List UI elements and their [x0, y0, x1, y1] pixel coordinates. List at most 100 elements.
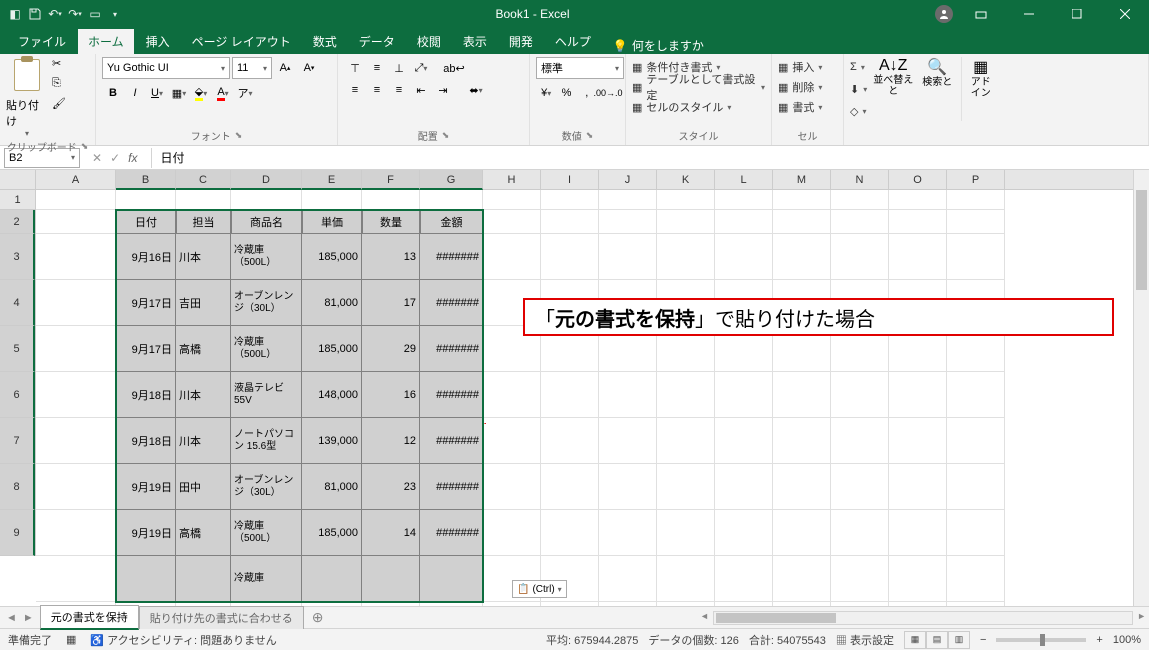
cell[interactable] [947, 190, 1005, 210]
paste-options-button[interactable]: 📋 (Ctrl) ▾ [512, 580, 567, 598]
col-header-F[interactable]: F [362, 170, 420, 190]
table-header[interactable]: 担当 [176, 210, 231, 234]
row-header-2[interactable]: 2 [0, 210, 35, 234]
tab-home[interactable]: ホーム [78, 29, 134, 54]
cell[interactable] [599, 372, 657, 418]
table-cell[interactable]: 高橋 [176, 326, 231, 372]
cell[interactable] [657, 418, 715, 464]
touch-icon[interactable]: ▭ [88, 7, 102, 21]
clear-button[interactable]: ◇▾ [850, 101, 867, 121]
sheet-tab-2[interactable]: 貼り付け先の書式に合わせる [139, 606, 304, 629]
format-painter-icon[interactable]: 🖌 [52, 97, 70, 115]
copy-icon[interactable]: ⎘ [52, 77, 70, 95]
delete-cells-button[interactable]: ▦ 削除 ▾ [778, 77, 837, 97]
table-cell[interactable]: 9月17日 [116, 326, 176, 372]
cell[interactable] [541, 234, 599, 280]
cell[interactable] [889, 210, 947, 234]
cell[interactable] [889, 510, 947, 556]
table-cell[interactable] [362, 556, 420, 602]
table-cell[interactable]: 冷蔵庫 [231, 556, 302, 602]
hscroll-left-icon[interactable]: ◄ [700, 611, 709, 621]
decrease-font-icon[interactable]: A▾ [298, 57, 320, 79]
cell[interactable] [947, 372, 1005, 418]
table-cell[interactable]: 185,000 [302, 234, 362, 280]
cell[interactable] [483, 190, 541, 210]
table-cell[interactable]: 9月17日 [116, 280, 176, 326]
table-cell[interactable]: 17 [362, 280, 420, 326]
formula-bar[interactable]: 日付 [151, 148, 1149, 168]
clipboard-launcher-icon[interactable]: ⬊ [81, 141, 89, 152]
cell[interactable] [831, 234, 889, 280]
increase-font-icon[interactable]: A▴ [274, 57, 296, 79]
table-cell[interactable]: 185,000 [302, 326, 362, 372]
fx-icon[interactable]: fx [128, 151, 137, 165]
cell[interactable] [36, 372, 116, 418]
cell[interactable] [715, 210, 773, 234]
cell[interactable] [947, 234, 1005, 280]
underline-button[interactable]: U▾ [146, 82, 168, 104]
cell[interactable] [483, 372, 541, 418]
table-header[interactable]: 単価 [302, 210, 362, 234]
cell[interactable] [715, 234, 773, 280]
table-header[interactable]: 商品名 [231, 210, 302, 234]
cell[interactable] [176, 190, 231, 210]
cell[interactable] [657, 556, 715, 602]
table-cell[interactable]: 148,000 [302, 372, 362, 418]
minimize-button[interactable] [1009, 0, 1049, 28]
table-cell[interactable]: 冷蔵庫（500L） [231, 326, 302, 372]
table-cell[interactable] [116, 556, 176, 602]
cell[interactable] [231, 190, 302, 210]
col-header-N[interactable]: N [831, 170, 889, 190]
align-top-icon[interactable]: ⊤ [344, 57, 366, 79]
cell[interactable] [657, 190, 715, 210]
cell[interactable] [889, 372, 947, 418]
cell[interactable] [302, 190, 362, 210]
cell[interactable] [715, 556, 773, 602]
cell[interactable] [483, 418, 541, 464]
row-header-8[interactable]: 8 [0, 464, 35, 510]
ribbon-options-icon[interactable] [961, 0, 1001, 28]
table-cell[interactable]: 川本 [176, 234, 231, 280]
cell[interactable] [773, 372, 831, 418]
cell[interactable] [36, 190, 116, 210]
col-header-M[interactable]: M [773, 170, 831, 190]
vertical-scrollbar[interactable] [1133, 170, 1149, 606]
insert-cells-button[interactable]: ▦ 挿入 ▾ [778, 57, 837, 77]
cell[interactable] [541, 464, 599, 510]
row-header-3[interactable]: 3 [0, 234, 35, 280]
table-cell[interactable]: ####### [420, 326, 483, 372]
cell[interactable] [773, 190, 831, 210]
cell[interactable] [715, 464, 773, 510]
cell[interactable] [947, 556, 1005, 602]
cell[interactable] [947, 418, 1005, 464]
cell[interactable] [599, 556, 657, 602]
close-button[interactable] [1105, 0, 1145, 28]
cell[interactable] [420, 190, 483, 210]
table-format-button[interactable]: ▦テーブルとして書式設定 ▾ [632, 77, 765, 97]
table-cell[interactable]: 田中 [176, 464, 231, 510]
qat-more-icon[interactable]: ▾ [108, 7, 122, 21]
align-center-icon[interactable]: ≡ [366, 79, 388, 101]
border-button[interactable]: ▦▾ [168, 82, 190, 104]
table-cell[interactable]: 81,000 [302, 280, 362, 326]
cell[interactable] [657, 210, 715, 234]
table-cell[interactable]: 9月16日 [116, 234, 176, 280]
new-sheet-button[interactable]: ⊕ [304, 609, 332, 626]
cell[interactable] [715, 372, 773, 418]
hscroll-right-icon[interactable]: ► [1137, 611, 1146, 621]
table-cell[interactable]: ####### [420, 280, 483, 326]
maximize-button[interactable] [1057, 0, 1097, 28]
cell[interactable] [599, 190, 657, 210]
col-header-O[interactable]: O [889, 170, 947, 190]
percent-icon[interactable]: % [556, 82, 576, 104]
row-header-4[interactable]: 4 [0, 280, 35, 326]
increase-decimal-icon[interactable]: .00→.0 [597, 82, 619, 104]
cell[interactable] [116, 190, 176, 210]
cell[interactable] [657, 234, 715, 280]
cell[interactable] [36, 418, 116, 464]
paste-button[interactable]: 貼り付け ▾ [6, 57, 48, 138]
cell[interactable] [947, 464, 1005, 510]
cell[interactable] [599, 464, 657, 510]
cell[interactable] [483, 510, 541, 556]
undo-icon[interactable]: ↶▾ [48, 7, 62, 21]
